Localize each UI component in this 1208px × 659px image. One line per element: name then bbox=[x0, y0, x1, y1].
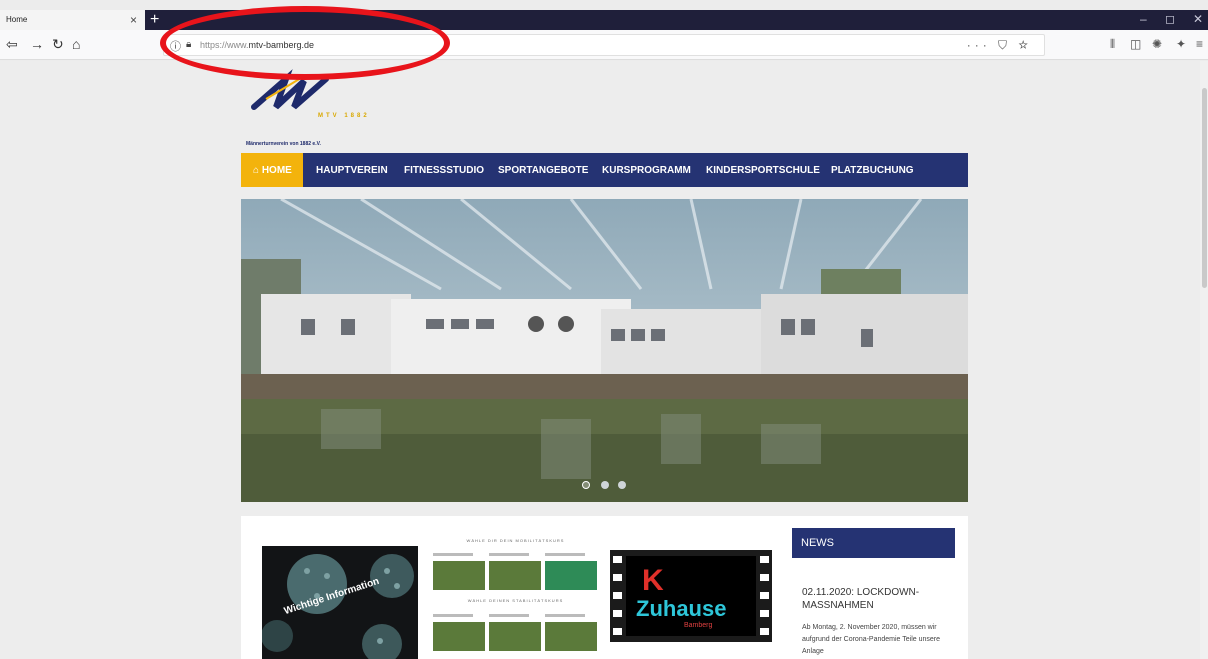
main-navigation: ⌂ HOME HAUPTVEREIN FITNESSSTUDIO SPORTAN… bbox=[241, 153, 968, 187]
stability-heading: WÄHLE DEINEN STABILITÄTSKURS bbox=[467, 598, 564, 603]
film-hole bbox=[613, 592, 622, 599]
slider-dot-3[interactable] bbox=[618, 481, 626, 489]
video-thumbnail[interactable] bbox=[489, 622, 541, 651]
thumb-label bbox=[545, 614, 585, 617]
thumb-label bbox=[545, 553, 585, 556]
logo-caption: Männerturnverein von 1882 e.V. bbox=[246, 141, 321, 147]
film-hole bbox=[613, 556, 622, 563]
nav-label: HOME bbox=[261, 165, 292, 176]
thumb-label bbox=[489, 614, 529, 617]
thumb-label bbox=[433, 553, 473, 556]
forward-icon[interactable]: → bbox=[30, 36, 44, 52]
virus-image bbox=[262, 546, 418, 659]
back-icon[interactable]: ⇦ bbox=[6, 36, 18, 53]
news-body: Ab Montag, 2. November 2020, müssen wir … bbox=[802, 624, 941, 655]
zuhause-text: Zuhause bbox=[636, 596, 727, 621]
annotation-ring bbox=[160, 6, 450, 80]
film-hole bbox=[760, 556, 769, 563]
new-tab-icon[interactable]: + bbox=[150, 11, 159, 29]
extension-icon[interactable]: ✺ bbox=[1152, 37, 1162, 51]
slider-dot-2[interactable] bbox=[601, 481, 609, 489]
library-icon[interactable]: ⫴ bbox=[1110, 37, 1115, 52]
film-hole bbox=[760, 592, 769, 599]
whats-new-icon[interactable]: ✦ bbox=[1176, 37, 1186, 51]
nav-platzbuchung[interactable]: PLATZBUCHUNG bbox=[831, 153, 914, 187]
film-hole bbox=[613, 610, 622, 617]
film-hole bbox=[760, 610, 769, 617]
film-hole bbox=[613, 628, 622, 635]
home-nav-icon: ⌂ bbox=[253, 165, 262, 176]
home-icon[interactable]: ⌂ bbox=[72, 36, 80, 52]
kids-letter: K bbox=[642, 564, 664, 597]
hero-slider[interactable] bbox=[241, 199, 968, 502]
corona-info-tile[interactable]: Wichtige Information bbox=[262, 546, 418, 659]
film-hole bbox=[760, 628, 769, 635]
thumb-label bbox=[433, 614, 473, 617]
hero-image bbox=[241, 199, 968, 502]
nav-hauptverein[interactable]: HAUPTVEREIN bbox=[316, 153, 388, 187]
nav-kindersportschule[interactable]: KINDERSPORTSCHULE bbox=[706, 153, 820, 187]
browser-window: Home × + – ◻ ✕ ⇦ → ↻ ⌂ ⓘ 🔒︎ https://www.… bbox=[0, 0, 1208, 659]
video-thumbnail[interactable] bbox=[433, 561, 485, 590]
close-window-icon[interactable]: ✕ bbox=[1193, 12, 1203, 26]
content-area: Wichtige Information WÄHLE DIR DEIN MOBI… bbox=[241, 516, 968, 659]
tab-title: Home bbox=[6, 15, 28, 24]
restore-icon[interactable]: ◻ bbox=[1165, 12, 1175, 26]
video-thumbnail[interactable] bbox=[545, 561, 597, 590]
kids-zuhause-screen: K Zuhause Bamberg bbox=[626, 556, 756, 636]
logo-year: MTV 1882 bbox=[318, 113, 370, 119]
page-actions-icon[interactable]: ··· ⛉ ☆ bbox=[967, 38, 1032, 53]
tab-home[interactable]: Home × bbox=[0, 10, 145, 30]
nav-sportangebote[interactable]: SPORTANGEBOTE bbox=[498, 153, 588, 187]
sidebar-icon[interactable]: ◫ bbox=[1130, 37, 1141, 51]
nav-fitnessstudio[interactable]: FITNESSSTUDIO bbox=[404, 153, 484, 187]
film-hole bbox=[613, 574, 622, 581]
news-title-link[interactable]: 02.11.2020: LOCKDOWN-MASSNAHMEN bbox=[802, 586, 952, 612]
nav-kursprogramm[interactable]: KURSPROGRAMM bbox=[602, 153, 691, 187]
kids-zuhause-tile[interactable]: K Zuhause Bamberg bbox=[610, 550, 772, 642]
slider-dot-1[interactable] bbox=[582, 481, 590, 489]
thumb-label bbox=[489, 553, 529, 556]
minimize-icon[interactable]: – bbox=[1140, 12, 1147, 26]
video-thumbnail[interactable] bbox=[433, 622, 485, 651]
video-thumbnail[interactable] bbox=[489, 561, 541, 590]
film-hole bbox=[760, 574, 769, 581]
web-page: MTV 1882 Männerturnverein von 1882 e.V. … bbox=[0, 61, 1208, 659]
menu-icon[interactable]: ≡ bbox=[1196, 37, 1203, 51]
tab-close-icon[interactable]: × bbox=[130, 13, 137, 27]
bamberg-text: Bamberg bbox=[684, 622, 713, 629]
news-heading: NEWS bbox=[792, 528, 955, 558]
video-thumbnail[interactable] bbox=[545, 622, 597, 651]
reload-icon[interactable]: ↻ bbox=[52, 36, 64, 53]
mobility-heading: WÄHLE DIR DEIN MOBILITÄTSKURS bbox=[466, 538, 565, 543]
nav-home[interactable]: ⌂ HOME bbox=[241, 153, 303, 187]
course-selection-tile[interactable]: WÄHLE DIR DEIN MOBILITÄTSKURS WÄHLE DEIN… bbox=[433, 534, 598, 659]
scrollbar-thumb[interactable] bbox=[1202, 88, 1207, 288]
